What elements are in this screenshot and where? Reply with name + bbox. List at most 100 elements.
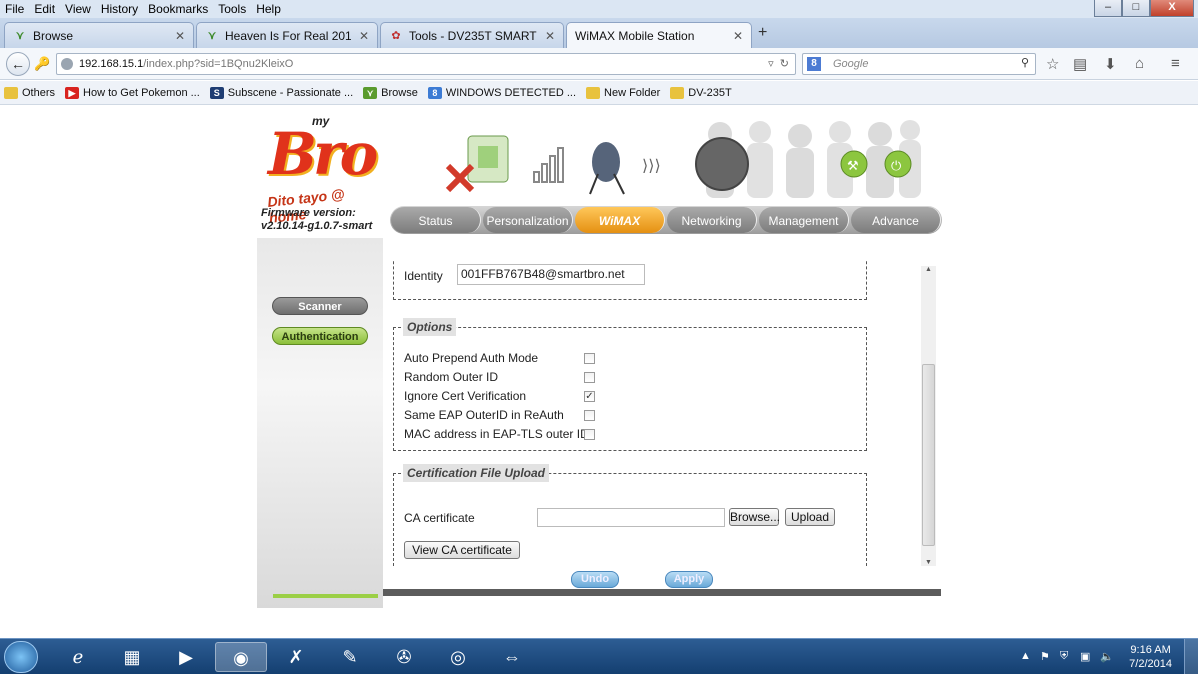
scroll-up-icon[interactable]: ▲	[925, 266, 932, 273]
reload-icon[interactable]: ▿ ↻	[768, 57, 789, 70]
tab-networking[interactable]: Networking	[667, 207, 757, 233]
footer-bar	[383, 589, 941, 596]
teamviewer-icon[interactable]: ⇔	[486, 642, 538, 672]
site-identity-icon[interactable]: 🔑	[34, 56, 50, 72]
view-ca-certificate-button[interactable]: View CA certificate	[404, 541, 520, 559]
bookmark-subscene[interactable]: S Subscene - Passionate ...	[209, 86, 353, 99]
menu-tools[interactable]: Tools	[213, 2, 251, 16]
url-path: /index.php?sid=1BQnu2KleixO	[143, 58, 294, 70]
network-icon[interactable]: ▣	[1080, 650, 1090, 663]
undo-button[interactable]: Undo	[571, 571, 619, 588]
menu-icon[interactable]: ≡	[1171, 55, 1180, 72]
menu-bookmarks[interactable]: Bookmarks	[143, 2, 213, 16]
auto-prepend-checkbox[interactable]	[584, 353, 595, 364]
xmind-icon[interactable]: ✗	[270, 642, 322, 672]
upload-button[interactable]: Upload	[785, 508, 835, 526]
browse-button[interactable]: Browse...	[729, 508, 780, 526]
tab-advance[interactable]: Advance	[851, 207, 941, 233]
close-tab-icon[interactable]: ✕	[545, 29, 555, 43]
bookmark-label: Browse	[381, 86, 418, 99]
close-tab-icon[interactable]: ✕	[733, 29, 743, 43]
menu-view[interactable]: View	[60, 2, 96, 16]
minimize-button[interactable]: –	[1094, 0, 1122, 17]
sidebar-item-authentication[interactable]: Authentication	[272, 327, 368, 345]
tab-browse[interactable]: ⋎ Browse ✕	[4, 22, 194, 48]
bookmark-pokemon[interactable]: ▶ How to Get Pokemon ...	[65, 86, 200, 99]
new-tab-button[interactable]: +	[758, 24, 767, 42]
system-clock[interactable]: 9:16 AM 7/2/2014	[1129, 643, 1172, 671]
tab-management[interactable]: Management	[759, 207, 849, 233]
menu-help[interactable]: Help	[251, 2, 286, 16]
tab-wimax-mobile-station[interactable]: WiMAX Mobile Station ✕	[566, 22, 752, 48]
tray-expand-icon[interactable]: ▲	[1020, 650, 1031, 662]
action-center-icon[interactable]: ⚑	[1040, 650, 1050, 663]
scrollbar-thumb[interactable]	[922, 364, 935, 546]
app-icon[interactable]: ✎	[324, 642, 376, 672]
chrome-icon[interactable]: ◎	[432, 642, 484, 672]
menu-edit[interactable]: Edit	[29, 2, 60, 16]
maximize-button[interactable]: □	[1122, 0, 1150, 17]
back-button[interactable]: ←	[6, 52, 30, 76]
option-label: MAC address in EAP-TLS outer ID	[404, 427, 589, 441]
security-icon[interactable]: ⛨	[1060, 650, 1068, 663]
folder-icon	[4, 86, 18, 99]
mybro-logo: my Bro Dito tayo @ home	[262, 114, 382, 226]
firmware-info: Firmware version: v2.10.14-g1.0.7-smart	[261, 207, 372, 233]
same-eap-outerid-checkbox[interactable]	[584, 410, 595, 421]
url-host: 192.168.15.1	[79, 58, 144, 70]
banner-graphics: ⟩⟩⟩ ⚒ ⏻	[445, 120, 921, 198]
identity-input[interactable]: 001FFB767B48@smartbro.net	[457, 264, 645, 285]
menu-history[interactable]: History	[96, 2, 143, 16]
options-legend: Options	[403, 318, 457, 336]
google-icon[interactable]: 8	[807, 57, 821, 71]
tab-personalization[interactable]: Personalization	[483, 207, 573, 233]
option-label: Random Outer ID	[404, 370, 499, 384]
bookmark-others[interactable]: Others	[4, 86, 55, 99]
logo-brand: Bro	[268, 120, 378, 188]
arrows-icon: ⟩⟩⟩	[642, 156, 661, 175]
bookmark-windows-detected[interactable]: 8 WINDOWS DETECTED ...	[427, 86, 576, 99]
close-tab-icon[interactable]: ✕	[175, 29, 185, 43]
apply-button[interactable]: Apply	[665, 571, 713, 588]
sidebar-item-scanner[interactable]: Scanner	[272, 297, 368, 315]
close-window-button[interactable]: X	[1150, 0, 1194, 17]
ignore-cert-checkbox[interactable]: ✓	[584, 391, 595, 402]
tab-tools-dv235t[interactable]: ✿ Tools - DV235T SMART M... ✕	[380, 22, 564, 48]
search-icon[interactable]: ⚲	[1021, 56, 1029, 69]
bookmark-label: New Folder	[604, 86, 661, 99]
film-reel-icon[interactable]: ✇	[378, 642, 430, 672]
show-desktop-button[interactable]	[1184, 639, 1198, 674]
cert-legend: Certification File Upload	[403, 464, 550, 482]
bookmark-dv235t[interactable]: DV-235T	[670, 86, 732, 99]
mac-address-checkbox[interactable]	[584, 429, 595, 440]
download-icon[interactable]: ⬇	[1104, 55, 1117, 73]
option-label: Same EAP OuterID in ReAuth	[404, 408, 564, 422]
file-explorer-icon[interactable]: ▦	[106, 642, 158, 672]
main-nav-tabs: Status Personalization WiMAX Networking …	[390, 206, 942, 234]
bookmark-star-icon[interactable]: ☆	[1046, 55, 1059, 73]
ca-file-input[interactable]	[537, 508, 725, 527]
home-icon[interactable]: ⌂	[1135, 55, 1144, 72]
folder-icon	[670, 86, 685, 99]
url-bar[interactable]: 192.168.15.1/index.php?sid=1BQnu2KleixO …	[56, 53, 796, 75]
internet-explorer-icon[interactable]: ℯ	[52, 642, 104, 672]
bookmark-new-folder[interactable]: New Folder	[586, 86, 661, 99]
firmware-label: Firmware version:	[261, 207, 356, 219]
content-scrollbar[interactable]: ▲ ▼	[921, 266, 936, 566]
tab-wimax[interactable]: WiMAX	[575, 207, 665, 233]
firefox-icon[interactable]: ◉	[215, 642, 267, 672]
reading-list-icon[interactable]: ▤	[1073, 55, 1087, 73]
satellite-dish-icon	[589, 142, 625, 195]
media-player-icon[interactable]: ▶	[160, 642, 212, 672]
tab-heaven-is-for-real[interactable]: ⋎ Heaven Is For Real 2014 BD... ✕	[196, 22, 378, 48]
search-bar[interactable]: 8 Google ⚲	[802, 53, 1036, 75]
close-tab-icon[interactable]: ✕	[359, 29, 369, 43]
tab-status[interactable]: Status	[391, 207, 481, 233]
random-outer-id-checkbox[interactable]	[584, 372, 595, 383]
start-button[interactable]	[4, 641, 38, 673]
volume-icon[interactable]: 🔈	[1100, 650, 1114, 663]
bookmark-browse[interactable]: ⋎ Browse	[363, 86, 418, 99]
menu-file[interactable]: File	[0, 2, 29, 16]
scroll-down-icon[interactable]: ▼	[925, 559, 932, 566]
subscene-icon: S	[209, 86, 224, 99]
